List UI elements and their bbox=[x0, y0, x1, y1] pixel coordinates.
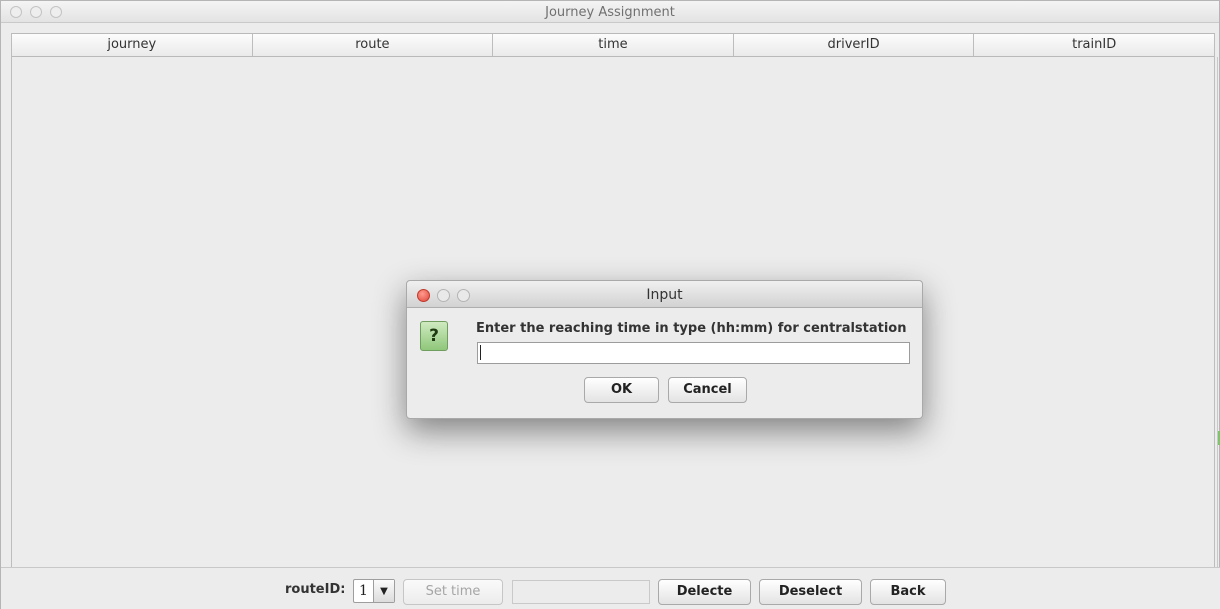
route-id-select[interactable]: 1 ▼ bbox=[353, 579, 395, 603]
set-time-button[interactable]: Set time bbox=[403, 579, 503, 605]
dialog-title: Input bbox=[646, 287, 683, 303]
column-header-driverid[interactable]: driverID bbox=[734, 34, 975, 56]
time-field[interactable] bbox=[512, 580, 650, 604]
input-dialog: Input ? Enter the reaching time in type … bbox=[406, 280, 923, 419]
question-icon: ? bbox=[420, 321, 448, 351]
deselect-button[interactable]: Deselect bbox=[759, 579, 862, 605]
route-id-label: routeID: bbox=[285, 582, 346, 597]
route-id-value: 1 bbox=[354, 580, 374, 602]
delete-button[interactable]: Delecte bbox=[658, 579, 751, 605]
time-input[interactable] bbox=[477, 342, 910, 364]
table-header: journey route time driverID trainID bbox=[12, 33, 1214, 57]
text-caret bbox=[480, 345, 481, 360]
column-header-time[interactable]: time bbox=[493, 34, 734, 56]
chevron-down-icon[interactable]: ▼ bbox=[374, 580, 394, 602]
dialog-prompt: Enter the reaching time in type (hh:mm) … bbox=[476, 321, 907, 336]
column-header-route[interactable]: route bbox=[253, 34, 494, 56]
window-titlebar[interactable]: Journey Assignment bbox=[1, 1, 1219, 23]
column-header-trainid[interactable]: trainID bbox=[974, 34, 1214, 56]
ok-button[interactable]: OK bbox=[584, 377, 659, 403]
cancel-button[interactable]: Cancel bbox=[668, 377, 747, 403]
back-button[interactable]: Back bbox=[870, 579, 946, 605]
bottom-toolbar: routeID: 1 ▼ Set time Delecte Deselect B… bbox=[1, 567, 1220, 609]
window-title: Journey Assignment bbox=[545, 5, 675, 20]
dialog-titlebar[interactable]: Input bbox=[407, 281, 922, 308]
column-header-journey[interactable]: journey bbox=[12, 34, 253, 56]
